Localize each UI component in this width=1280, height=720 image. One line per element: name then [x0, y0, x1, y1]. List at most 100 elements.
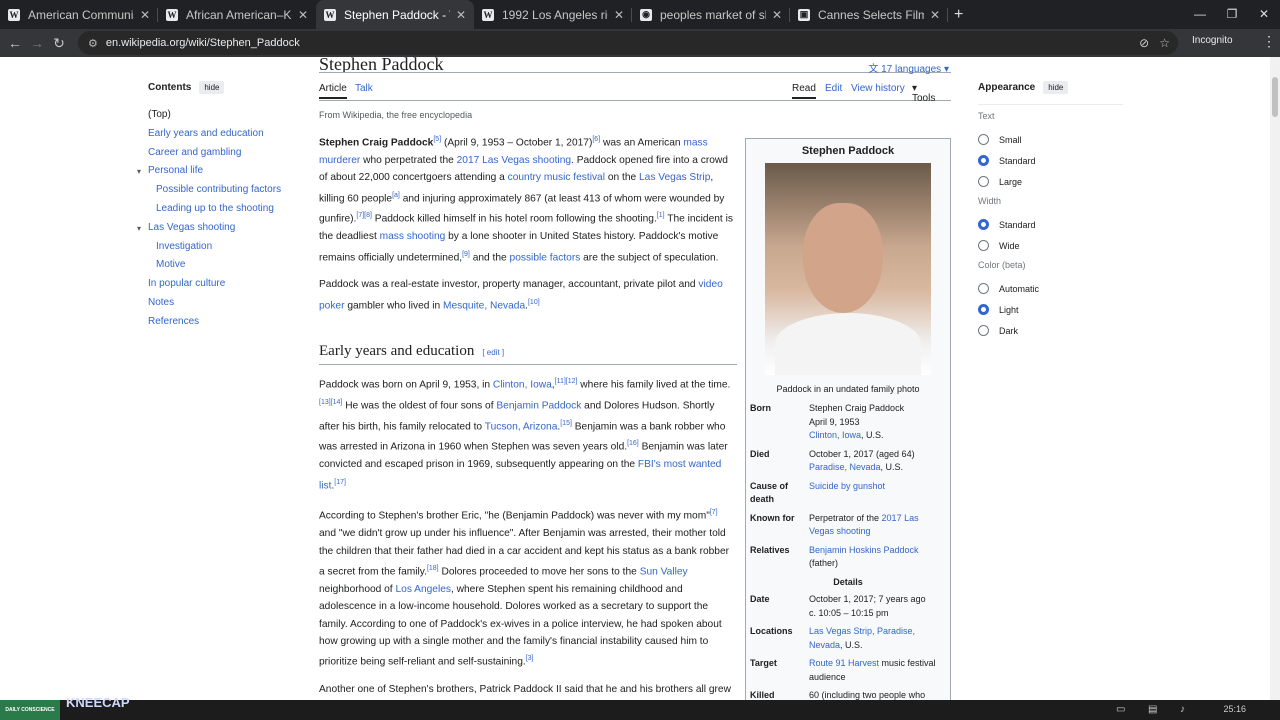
tab-close-icon[interactable]: ✕: [456, 8, 466, 22]
window-controls: — ❐ ✕: [1184, 0, 1280, 29]
row-label: Killed: [750, 690, 775, 700]
browser-tab[interactable]: W American Communist Party (20 ✕: [0, 0, 158, 29]
toc-item[interactable]: In popular culture: [148, 275, 298, 294]
toc-item[interactable]: Career and gambling: [148, 144, 298, 163]
restore-icon[interactable]: ❐: [1216, 0, 1248, 29]
appearance-hide-button[interactable]: hide: [1043, 81, 1069, 94]
browser-tab[interactable]: W African American–Korean Ame ✕: [158, 0, 316, 29]
radio-button-icon[interactable]: [978, 283, 989, 294]
link-target[interactable]: Route 91 Harvest: [809, 658, 879, 668]
portrait-photo[interactable]: [765, 162, 931, 375]
tab-close-icon[interactable]: ✕: [930, 8, 940, 22]
link-tucson-arizona[interactable]: Tucson, Arizona: [485, 421, 558, 432]
radio-button-icon[interactable]: [978, 219, 989, 230]
link-possible-factors[interactable]: possible factors: [510, 252, 581, 263]
link-2017-las-vegas-shooting[interactable]: 2017 Las Vegas shooting: [457, 155, 571, 166]
minimize-icon[interactable]: —: [1184, 0, 1216, 29]
toc-item[interactable]: Leading up to the shooting: [148, 200, 298, 219]
tab-tools[interactable]: Tools ▾: [912, 83, 935, 104]
tab-close-icon[interactable]: ✕: [614, 8, 624, 22]
tab-talk[interactable]: Talk: [355, 83, 373, 94]
tab-article[interactable]: Article: [319, 83, 347, 99]
radio-option[interactable]: Automatic: [978, 278, 1123, 299]
close-window-icon[interactable]: ✕: [1248, 0, 1280, 29]
toc-item[interactable]: Early years and education: [148, 125, 298, 144]
bookmark-star-icon[interactable]: ☆: [1159, 36, 1170, 50]
toc-item[interactable]: (Top): [148, 106, 298, 125]
site-info-icon[interactable]: ⚙: [88, 37, 98, 50]
radio-label: Dark: [999, 325, 1019, 336]
new-tab-button[interactable]: +: [954, 6, 963, 24]
radio-label: Standard: [999, 155, 1036, 166]
tab-close-icon[interactable]: ✕: [298, 8, 308, 22]
radio-button-icon[interactable]: [978, 325, 989, 336]
browser-tab[interactable]: W Stephen Paddock - Wikipedia ✕: [316, 0, 474, 29]
link-benjamin-paddock[interactable]: Benjamin Paddock: [496, 400, 581, 411]
eye-off-icon[interactable]: ⊘: [1139, 36, 1149, 50]
folder-icon[interactable]: ▤: [1148, 704, 1157, 715]
toc-item[interactable]: Personal life: [148, 162, 298, 181]
link-los-angeles[interactable]: Los Angeles: [395, 584, 451, 595]
mic-icon[interactable]: ♪: [1180, 704, 1185, 715]
page-title: Stephen Paddock: [319, 57, 951, 73]
toc-item[interactable]: References: [148, 313, 298, 332]
url-bar[interactable]: ⚙ en.wikipedia.org/wiki/Stephen_Paddock …: [78, 31, 1178, 55]
toc-item[interactable]: Investigation: [148, 238, 298, 257]
section-edit-link[interactable]: [ edit ]: [482, 348, 504, 357]
radio-button-icon[interactable]: [978, 155, 989, 166]
radio-option[interactable]: Wide: [978, 235, 1123, 256]
toc-item[interactable]: Motive: [148, 256, 298, 275]
link-died-place[interactable]: Paradise, Nevada: [809, 462, 881, 472]
radio-option[interactable]: Standard: [978, 214, 1123, 235]
link-country-music-festival[interactable]: country music festival: [508, 172, 605, 183]
radio-button-icon[interactable]: [978, 240, 989, 251]
radio-option[interactable]: Light: [978, 299, 1123, 320]
link-cause-of-death[interactable]: Suicide by gunshot: [809, 480, 946, 507]
incognito-label[interactable]: Incognito: [1192, 35, 1233, 46]
toc-item[interactable]: Possible contributing factors: [148, 181, 298, 200]
toc-item[interactable]: Notes: [148, 294, 298, 313]
radio-button-icon[interactable]: [978, 176, 989, 187]
row-label: Born: [750, 403, 771, 413]
toc-item[interactable]: Las Vegas shooting: [148, 219, 298, 238]
tab-read[interactable]: Read: [792, 83, 816, 99]
scrollbar-thumb[interactable]: [1272, 77, 1278, 117]
link-mass-shooting[interactable]: mass shooting: [380, 231, 446, 242]
reload-icon[interactable]: ↻: [48, 35, 70, 52]
infobox-row-known: Known for Perpetrator of the 2017 Las Veg…: [750, 512, 946, 539]
link-relative[interactable]: Benjamin Hoskins Paddock: [809, 545, 919, 555]
link-sun-valley[interactable]: Sun Valley: [640, 566, 688, 577]
browser-menu-icon[interactable]: ⋮: [1262, 33, 1276, 50]
radio-button-icon[interactable]: [978, 304, 989, 315]
table-of-contents: Contents hide (Top) Early years and educat…: [137, 81, 298, 332]
infobox-row-date: Date October 1, 2017; 7 years ago c. 10:05…: [750, 593, 946, 620]
toc-toggle-icon[interactable]: ▾: [137, 167, 141, 176]
link-clinton-iowa[interactable]: Clinton, Iowa: [493, 379, 552, 390]
radio-option[interactable]: Standard: [978, 150, 1123, 171]
browser-tab[interactable]: ▣ Cannes Selects Film on Gaza Ph ✕: [790, 0, 948, 29]
tab-edit[interactable]: Edit: [825, 83, 842, 94]
toc-toggle-icon[interactable]: ▾: [137, 224, 141, 233]
link-las-vegas-strip[interactable]: Las Vegas Strip: [639, 172, 710, 183]
tab-close-icon[interactable]: ✕: [772, 8, 782, 22]
page-scrollbar[interactable]: [1270, 57, 1280, 700]
browser-tab[interactable]: ◉ peoples market of skid row at l ✕: [632, 0, 790, 29]
row-label: Cause of death: [750, 480, 789, 505]
photo-caption: Paddock in an undated family photo: [776, 383, 920, 394]
radio-option[interactable]: Small: [978, 129, 1123, 150]
link-born-place[interactable]: Clinton, Iowa: [809, 430, 861, 440]
chat-icon[interactable]: ▭: [1116, 704, 1125, 715]
browser-tab[interactable]: W 1992 Los Angeles riots - Wikip ✕: [474, 0, 632, 29]
forward-icon[interactable]: →: [26, 35, 48, 51]
tab-close-icon[interactable]: ✕: [140, 8, 150, 22]
link-mesquite-nevada[interactable]: Mesquite, Nevada: [443, 300, 525, 311]
back-icon[interactable]: ←: [4, 35, 26, 51]
tab-view-history[interactable]: View history: [851, 83, 905, 94]
toc-hide-button[interactable]: hide: [199, 81, 225, 94]
tab-title: American Communist Party (20: [28, 7, 134, 22]
url-text[interactable]: en.wikipedia.org/wiki/Stephen_Paddock: [106, 37, 300, 49]
radio-option[interactable]: Large: [978, 171, 1123, 192]
radio-button-icon[interactable]: [978, 134, 989, 145]
radio-option[interactable]: Dark: [978, 320, 1123, 341]
link-fbi-most-wanted[interactable]: FBI's most wanted list: [319, 459, 721, 491]
